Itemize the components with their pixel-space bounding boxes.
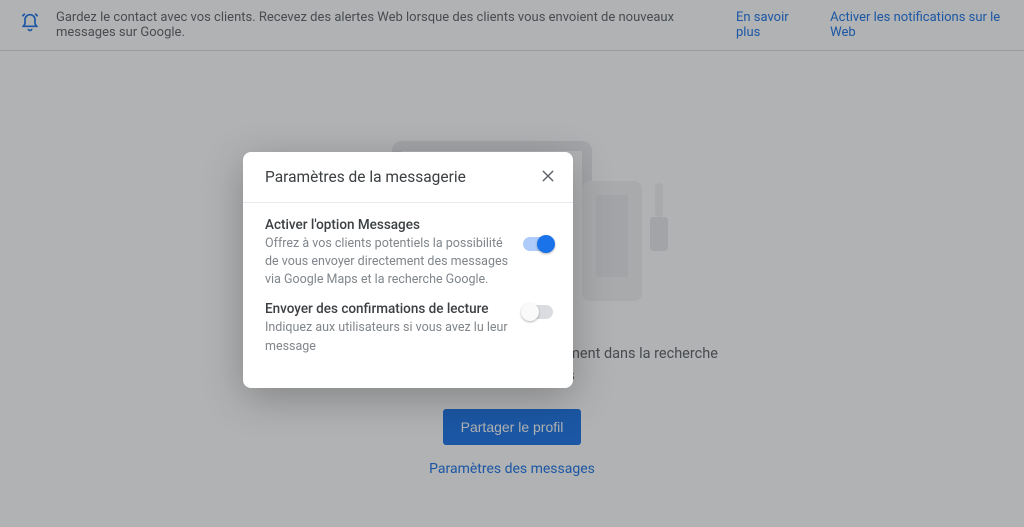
setting-description: Indiquez aux utilisateurs si vous avez l… bbox=[265, 319, 509, 355]
setting-enable-messages: Activer l'option Messages Offrez à vos c… bbox=[265, 217, 553, 289]
modal-header: Paramètres de la messagerie bbox=[243, 152, 573, 203]
setting-title: Envoyer des confirmations de lecture bbox=[265, 301, 509, 317]
messaging-settings-modal: Paramètres de la messagerie Activer l'op… bbox=[243, 152, 573, 388]
setting-title: Activer l'option Messages bbox=[265, 217, 509, 233]
toggle-read-receipts[interactable] bbox=[523, 305, 553, 319]
toggle-enable-messages[interactable] bbox=[523, 237, 553, 251]
modal-body: Activer l'option Messages Offrez à vos c… bbox=[243, 203, 573, 388]
modal-title: Paramètres de la messagerie bbox=[265, 168, 466, 186]
setting-read-receipts: Envoyer des confirmations de lecture Ind… bbox=[265, 301, 553, 355]
close-icon[interactable] bbox=[541, 169, 555, 186]
setting-description: Offrez à vos clients potentiels la possi… bbox=[265, 235, 509, 289]
